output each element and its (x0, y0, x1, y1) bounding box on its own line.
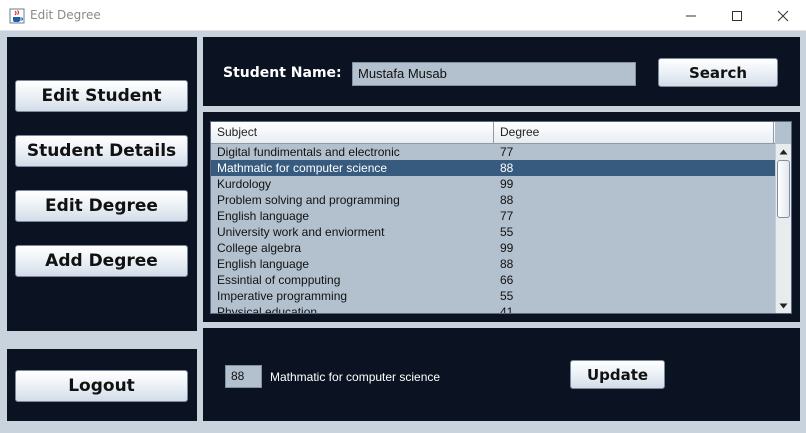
degree-cell: 88 (500, 193, 514, 207)
close-icon (777, 10, 789, 21)
table-row[interactable]: Imperative programming 55 (211, 288, 775, 304)
subject-cell: English language (217, 257, 310, 271)
edit-degree-button[interactable]: Edit Degree (15, 190, 188, 222)
table-row[interactable]: Digital fundimentals and electronic 77 (211, 144, 775, 160)
table-body: Digital fundimentals and electronic 77 Mat… (211, 144, 775, 314)
table-row[interactable]: University work and enviorment 55 (211, 224, 775, 240)
table-row[interactable]: Problem solving and programming 88 (211, 192, 775, 208)
column-header-subject[interactable]: Subject (211, 122, 494, 143)
degree-cell: 66 (500, 273, 514, 287)
update-button[interactable]: Update (570, 360, 665, 389)
table-row[interactable]: Kurdology 99 (211, 176, 775, 192)
table-row[interactable]: Essintial of compputing 66 (211, 272, 775, 288)
column-header-degree[interactable]: Degree (494, 122, 774, 143)
degree-cell: 77 (500, 145, 514, 159)
close-button[interactable] (760, 0, 806, 31)
degree-cell: 55 (500, 289, 514, 303)
subject-cell: University work and enviorment (217, 225, 385, 239)
student-name-input[interactable]: Mustafa Musab (352, 62, 636, 86)
degree-input[interactable]: 88 (225, 365, 262, 388)
degree-cell: 41 (500, 305, 514, 314)
degree-table: Subject Degree Digital fundimentals and … (210, 121, 792, 314)
selected-subject-label: Mathmatic for computer science (270, 370, 441, 384)
minimize-button[interactable] (668, 0, 714, 31)
student-details-button[interactable]: Student Details (15, 135, 188, 167)
logout-button[interactable]: Logout (15, 370, 188, 402)
edit-student-button[interactable]: Edit Student (15, 80, 188, 112)
scrollbar-thumb[interactable] (777, 160, 790, 218)
degree-cell: 55 (500, 225, 514, 239)
table-row[interactable]: College algebra 99 (211, 240, 775, 256)
scroll-down-arrow-icon[interactable] (776, 298, 791, 313)
degree-cell: 99 (500, 241, 514, 255)
scroll-up-arrow-icon[interactable] (776, 144, 791, 159)
subject-cell: Mathmatic for computer science (217, 161, 388, 175)
subject-cell: College algebra (217, 241, 302, 255)
add-degree-button[interactable]: Add Degree (15, 245, 188, 277)
subject-cell: Imperative programming (217, 289, 348, 303)
subject-cell: English language (217, 209, 310, 223)
table-row[interactable]: English language 77 (211, 208, 775, 224)
vertical-scrollbar[interactable] (775, 144, 791, 313)
title-bar: Edit Degree (0, 0, 806, 31)
table-row[interactable]: English language 88 (211, 256, 775, 272)
degree-cell: 99 (500, 177, 514, 191)
maximize-button[interactable] (714, 0, 760, 31)
subject-cell: Problem solving and programming (217, 193, 400, 207)
minimize-icon (686, 15, 696, 16)
java-cup-icon (9, 8, 25, 24)
student-name-label: Student Name: (223, 65, 342, 81)
table-row[interactable]: Mathmatic for computer science 88 (211, 160, 775, 176)
degree-cell: 77 (500, 209, 514, 223)
subject-cell: Essintial of compputing (217, 273, 341, 287)
maximize-icon (732, 10, 742, 21)
table-header: Subject Degree (211, 122, 775, 144)
degree-cell: 88 (500, 161, 514, 175)
search-button[interactable]: Search (658, 58, 778, 87)
subject-cell: Kurdology (217, 177, 272, 191)
subject-cell: Physical education (217, 305, 318, 314)
degree-cell: 88 (500, 257, 514, 271)
subject-cell: Digital fundimentals and electronic (217, 145, 400, 159)
table-row[interactable]: Physical education 41 (211, 304, 775, 314)
window-title: Edit Degree (30, 8, 101, 22)
